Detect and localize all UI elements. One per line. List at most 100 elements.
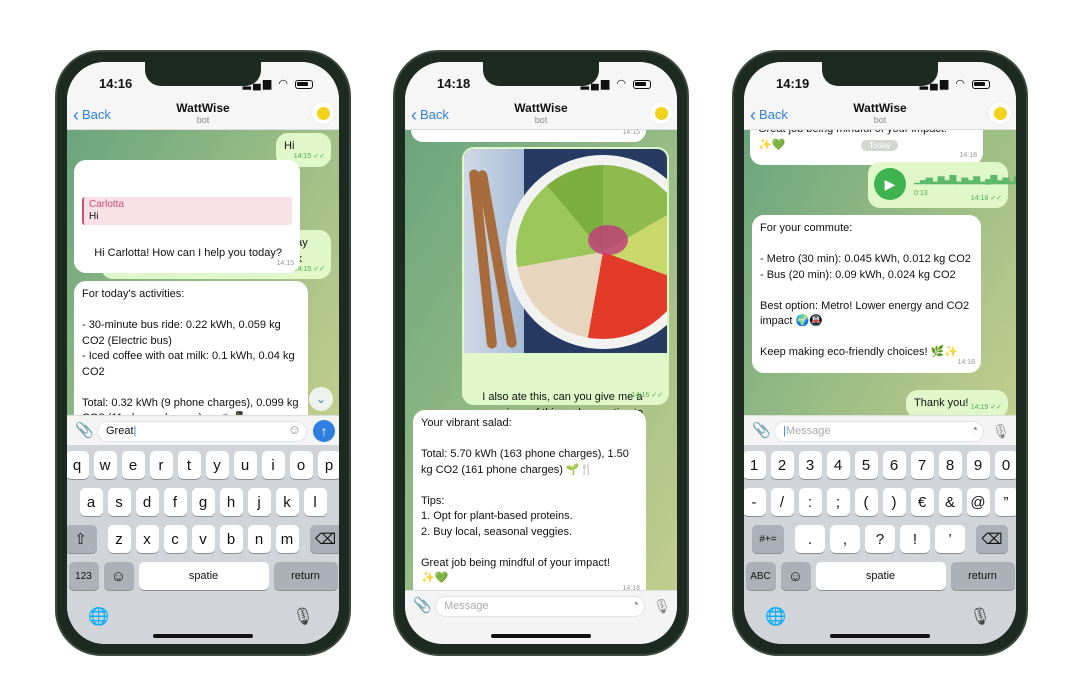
status-time: 14:16 [99, 76, 133, 91]
key[interactable]: 4 [826, 451, 850, 479]
paperclip-icon[interactable]: 📎 [752, 421, 771, 439]
key[interactable]: n [247, 525, 271, 553]
chat-area[interactable]: 14:15 I also ate this, can you give me a… [405, 130, 677, 590]
key[interactable]: o [289, 451, 313, 479]
scroll-down-button[interactable]: ⌄ [309, 387, 333, 411]
key[interactable]: a [79, 488, 103, 516]
play-button[interactable]: ▶ [874, 168, 906, 200]
key[interactable]: 3 [798, 451, 822, 479]
bot-avatar[interactable] [311, 101, 335, 125]
letters-key[interactable]: ABC [745, 562, 776, 590]
key[interactable]: 6 [882, 451, 906, 479]
key[interactable]: 9 [966, 451, 990, 479]
key[interactable]: ( [854, 488, 878, 516]
globe-icon[interactable]: 🌐 [765, 607, 786, 627]
paperclip-icon[interactable]: 📎 [75, 421, 94, 439]
key[interactable]: ; [826, 488, 850, 516]
key[interactable]: s [107, 488, 131, 516]
key[interactable]: 8 [938, 451, 962, 479]
key[interactable]: l [303, 488, 327, 516]
microphone-button[interactable]: 🎙 [651, 595, 673, 617]
key[interactable]: u [233, 451, 257, 479]
bot-avatar[interactable] [649, 101, 673, 125]
chat-area[interactable]: Hi 14:15 ✓✓ Carlotta Hi Hi Carlotta! How c… [67, 130, 339, 415]
key[interactable]: w [93, 451, 117, 479]
key[interactable]: d [135, 488, 159, 516]
key[interactable]: ? [865, 525, 895, 553]
message-input[interactable]: Great| [97, 421, 307, 442]
space-key[interactable]: spatie [815, 562, 946, 590]
backspace-key[interactable]: ⌫ [976, 525, 1008, 553]
key[interactable]: ! [900, 525, 930, 553]
key[interactable]: y [205, 451, 229, 479]
symbols-key[interactable]: #+= [752, 525, 784, 553]
waveform[interactable]: ▁▃▅▂▆▃▇▂▅▃▆▂▄▇▃▅▂▆▃▄ [914, 172, 1016, 188]
key[interactable]: e [121, 451, 145, 479]
key[interactable]: . [795, 525, 825, 553]
return-key[interactable]: return [273, 562, 338, 590]
reply-quote[interactable]: Carlotta Hi [82, 197, 292, 225]
numbers-key[interactable]: 123 [68, 562, 99, 590]
key[interactable]: - [744, 488, 766, 516]
key[interactable]: 1 [744, 451, 766, 479]
key[interactable]: z [107, 525, 131, 553]
key[interactable]: / [770, 488, 794, 516]
key[interactable]: f [163, 488, 187, 516]
chat-subtitle: bot [873, 115, 887, 125]
key[interactable]: ) [882, 488, 906, 516]
sticker-icon[interactable]: ◔ [632, 597, 639, 611]
key[interactable]: , [830, 525, 860, 553]
return-key[interactable]: return [950, 562, 1015, 590]
key[interactable]: c [163, 525, 187, 553]
message-input[interactable]: |Message [774, 421, 984, 442]
key[interactable]: v [191, 525, 215, 553]
message-incoming: For your commute: - Metro (30 min): 0.04… [752, 215, 981, 373]
key[interactable]: & [938, 488, 962, 516]
key[interactable]: 2 [770, 451, 794, 479]
message-incoming-partial: 14:15 [411, 130, 646, 142]
voice-message: ▶ ▁▃▅▂▆▃▇▂▅▃▆▂▄▇▃▅▂▆▃▄ 0:13 14:18 ✓✓ [868, 162, 1016, 208]
key[interactable]: m [275, 525, 299, 553]
key[interactable]: x [135, 525, 159, 553]
key[interactable]: i [261, 451, 285, 479]
key[interactable]: 7 [910, 451, 934, 479]
emoji-key[interactable]: ☺ [103, 562, 134, 590]
key[interactable]: r [149, 451, 173, 479]
backspace-key[interactable]: ⌫ [309, 525, 339, 553]
message-input[interactable]: Message [435, 596, 645, 617]
message-time: 14:15 ✓✓ [293, 153, 325, 160]
key[interactable]: : [798, 488, 822, 516]
emoji-key[interactable]: ☺ [780, 562, 811, 590]
key[interactable]: b [219, 525, 243, 553]
key[interactable]: g [191, 488, 215, 516]
microphone-icon[interactable]: 🎙 [969, 607, 991, 627]
key[interactable]: € [910, 488, 934, 516]
salad-photo[interactable] [464, 149, 667, 353]
keyboard-row: 1234567890 [744, 451, 1016, 479]
key[interactable]: h [219, 488, 243, 516]
sticker-icon[interactable]: ◔ [971, 422, 978, 436]
key[interactable]: j [247, 488, 271, 516]
keyboard-row: asdfghjkl [70, 488, 336, 516]
key[interactable]: ’ [935, 525, 965, 553]
shift-key[interactable]: ⇧ [67, 525, 97, 553]
key[interactable]: q [67, 451, 89, 479]
key[interactable]: ” [994, 488, 1016, 516]
key[interactable]: 5 [854, 451, 878, 479]
smiley-icon[interactable]: ☺ [288, 422, 301, 437]
chat-area[interactable]: Great job being mindful of your impact! … [744, 130, 1016, 415]
send-button[interactable]: ↑ [313, 420, 335, 442]
microphone-button[interactable]: 🎙 [990, 420, 1012, 442]
key[interactable]: p [317, 451, 339, 479]
key[interactable]: 0 [994, 451, 1016, 479]
chevron-down-icon: ⌄ [315, 392, 327, 406]
microphone-icon[interactable]: 🎙 [292, 607, 314, 627]
globe-icon[interactable]: 🌐 [88, 607, 109, 627]
message-text: Your vibrant salad: Total: 5.70 kWh (163… [421, 417, 629, 584]
paperclip-icon[interactable]: 📎 [413, 596, 432, 614]
key[interactable]: t [177, 451, 201, 479]
space-key[interactable]: spatie [138, 562, 269, 590]
key[interactable]: k [275, 488, 299, 516]
bot-avatar[interactable] [988, 101, 1012, 125]
key[interactable]: @ [966, 488, 990, 516]
